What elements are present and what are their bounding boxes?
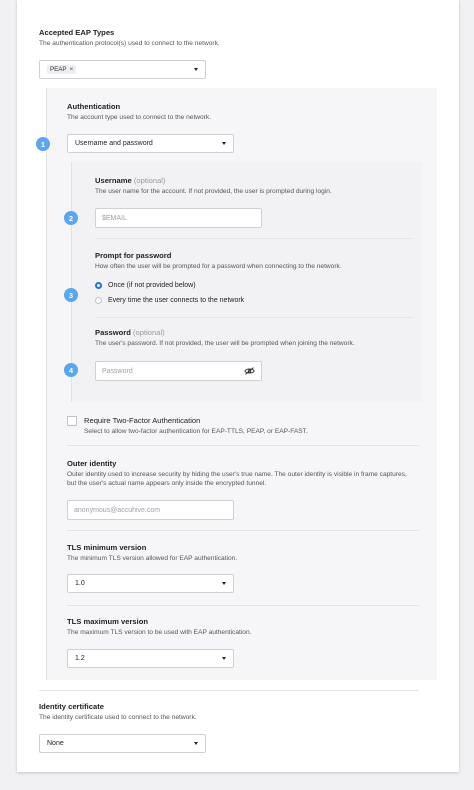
- divider: [67, 445, 419, 446]
- identity-certificate-label: Identity certificate: [39, 702, 104, 711]
- eap-chip-peap: PEAP ×: [47, 65, 77, 74]
- username-label-text: Username: [95, 176, 132, 185]
- password-label-text: Password: [95, 328, 131, 337]
- step-1-badge: 1: [36, 137, 50, 151]
- outer-identity-description: Outer identity used to increase security…: [67, 471, 407, 487]
- tls-max-value: 1.2: [75, 655, 85, 662]
- tls-max-label: TLS maximum version: [67, 617, 149, 626]
- outer-identity-input[interactable]: anonymous@accuhive.com: [67, 500, 234, 520]
- step-3-badge: 3: [64, 288, 78, 302]
- two-factor-checkbox[interactable]: [67, 416, 77, 426]
- step-2-badge: 2: [64, 211, 78, 225]
- chevron-down-icon: [222, 582, 226, 585]
- prompt-option-once-label: Once (if not provided below): [108, 282, 196, 289]
- username-input[interactable]: $EMAIL: [95, 208, 262, 228]
- chevron-down-icon: [194, 68, 198, 71]
- username-label: Username (optional): [95, 176, 166, 185]
- eye-slash-icon[interactable]: [244, 367, 255, 375]
- identity-certificate-select[interactable]: None: [39, 734, 206, 753]
- tls-max-description: The maximum TLS version to be used with …: [67, 629, 252, 636]
- eap-types-select[interactable]: PEAP ×: [39, 60, 206, 79]
- tls-min-label: TLS minimum version: [67, 543, 147, 552]
- divider: [95, 317, 413, 318]
- authentication-description: The account type used to connect to the …: [67, 114, 212, 121]
- divider: [67, 530, 419, 531]
- password-label: Password (optional): [95, 328, 165, 337]
- password-placeholder: Password: [102, 367, 133, 375]
- authentication-select-value: Username and password: [75, 140, 153, 147]
- prompt-description: How often the user will be prompted for …: [95, 263, 342, 270]
- step-4-badge: 4: [64, 363, 78, 377]
- chevron-down-icon: [222, 142, 226, 145]
- settings-card: Accepted EAP Types The authentication pr…: [17, 0, 459, 772]
- tls-min-description: The minimum TLS version allowed for EAP …: [67, 555, 238, 562]
- username-placeholder: $EMAIL: [102, 214, 127, 222]
- outer-identity-label: Outer identity: [67, 459, 117, 468]
- username-optional-tag: (optional): [133, 176, 166, 185]
- password-optional-tag: (optional): [133, 328, 165, 337]
- identity-certificate-description: The identity certificate used to connect…: [39, 714, 197, 721]
- radio-selected-icon: [95, 282, 102, 289]
- authentication-select[interactable]: Username and password: [67, 134, 234, 153]
- two-factor-description: Select to allow two-factor authenticatio…: [84, 428, 308, 435]
- radio-unselected-icon: [95, 297, 102, 304]
- password-input[interactable]: Password: [95, 361, 262, 381]
- password-description: The user's password. If not provided, th…: [95, 340, 355, 347]
- eap-types-label: Accepted EAP Types: [39, 28, 115, 37]
- tls-max-select[interactable]: 1.2: [67, 649, 234, 668]
- tls-min-value: 1.0: [75, 580, 85, 587]
- identity-certificate-value: None: [47, 740, 64, 747]
- divider: [67, 605, 419, 606]
- chevron-down-icon: [222, 657, 226, 660]
- prompt-option-every-time-label: Every time the user connects to the netw…: [108, 297, 245, 304]
- prompt-option-once[interactable]: Once (if not provided below): [95, 282, 196, 289]
- authentication-label: Authentication: [67, 102, 121, 111]
- eap-chip-label: PEAP: [50, 66, 67, 73]
- prompt-label: Prompt for password: [95, 251, 172, 260]
- username-description: The user name for the account. If not pr…: [95, 188, 332, 195]
- chevron-down-icon: [194, 742, 198, 745]
- remove-chip-icon[interactable]: ×: [70, 66, 74, 73]
- two-factor-label: Require Two-Factor Authentication: [84, 416, 201, 425]
- prompt-option-every-time[interactable]: Every time the user connects to the netw…: [95, 297, 244, 304]
- divider: [95, 238, 413, 239]
- eap-types-description: The authentication protocol(s) used to c…: [39, 40, 220, 47]
- outer-identity-placeholder: anonymous@accuhive.com: [74, 506, 161, 514]
- tls-min-select[interactable]: 1.0: [67, 574, 234, 593]
- divider: [39, 690, 419, 691]
